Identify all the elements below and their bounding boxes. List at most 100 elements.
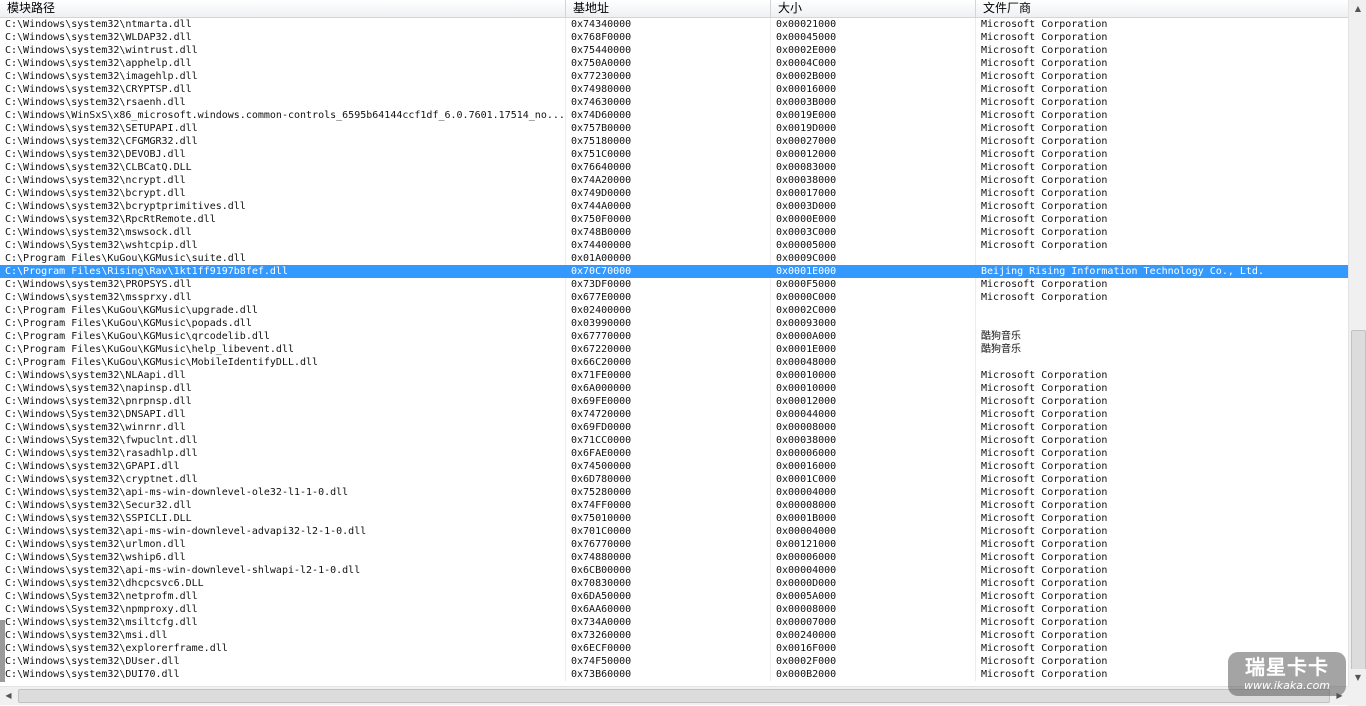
column-header-path[interactable]: 模块路径 xyxy=(0,0,566,17)
base-address-cell: 0x76640000 xyxy=(566,161,771,174)
size-cell: 0x00010000 xyxy=(771,369,976,382)
table-row[interactable]: C:\Windows\System32\fwpuclnt.dll 0x71CC00… xyxy=(0,434,1348,447)
table-row[interactable]: C:\Windows\system32\apphelp.dll 0x750A000… xyxy=(0,57,1348,70)
table-row[interactable]: C:\Program Files\KuGou\KGMusic\qrcodelib… xyxy=(0,330,1348,343)
module-path-cell: C:\Windows\system32\SETUPAPI.dll xyxy=(0,122,566,135)
table-row[interactable]: C:\Windows\system32\mssprxy.dll 0x677E000… xyxy=(0,291,1348,304)
vendor-cell: Microsoft Corporation xyxy=(981,565,1108,576)
base-address-cell: 0x6A000000 xyxy=(566,382,771,395)
column-header-size[interactable]: 大小 xyxy=(771,0,976,17)
size-cell: 0x00012000 xyxy=(771,395,976,408)
table-row[interactable]: C:\Program Files\KuGou\KGMusic\MobileIde… xyxy=(0,356,1348,369)
vendor-cell: Microsoft Corporation xyxy=(981,383,1108,394)
table-row[interactable]: C:\Windows\system32\ntmarta.dll 0x7434000… xyxy=(0,18,1348,31)
table-row[interactable]: C:\Windows\system32\WLDAP32.dll 0x768F000… xyxy=(0,31,1348,44)
table-row[interactable]: C:\Windows\System32\DNSAPI.dll 0x74720000… xyxy=(0,408,1348,421)
base-address-cell: 0x6ECF0000 xyxy=(566,642,771,655)
vendor-cell: Microsoft Corporation xyxy=(981,45,1108,56)
vertical-scroll-thumb[interactable] xyxy=(1351,330,1366,672)
size-cell: 0x0000A000 xyxy=(771,330,976,343)
size-cell: 0x00004000 xyxy=(771,486,976,499)
table-row[interactable]: C:\Windows\system32\cryptnet.dll 0x6D7800… xyxy=(0,473,1348,486)
table-row[interactable]: C:\Windows\system32\urlmon.dll 0x76770000… xyxy=(0,538,1348,551)
size-cell: 0x0000E000 xyxy=(771,213,976,226)
table-row[interactable]: C:\Windows\system32\GPAPI.dll 0x74500000 0… xyxy=(0,460,1348,473)
table-row[interactable]: C:\Windows\system32\napinsp.dll 0x6A00000… xyxy=(0,382,1348,395)
table-row[interactable]: C:\Windows\system32\dhcpcsvc6.DLL 0x70830… xyxy=(0,577,1348,590)
table-row[interactable]: C:\Windows\system32\api-ms-win-downlevel… xyxy=(0,486,1348,499)
table-row[interactable]: C:\Windows\system32\PROPSYS.dll 0x73DF000… xyxy=(0,278,1348,291)
column-header-vendor[interactable]: 文件厂商 xyxy=(976,0,1348,17)
table-row[interactable]: C:\Windows\System32\wship6.dll 0x74880000… xyxy=(0,551,1348,564)
table-row[interactable]: C:\Program Files\Rising\Rav\1kt1ff9197b8… xyxy=(0,265,1348,278)
size-cell: 0x00008000 xyxy=(771,499,976,512)
base-address-cell: 0x70C70000 xyxy=(566,265,771,278)
table-row[interactable]: C:\Windows\system32\CLBCatQ.DLL 0x7664000… xyxy=(0,161,1348,174)
side-splitter[interactable] xyxy=(0,620,5,682)
scroll-up-icon[interactable]: ▲ xyxy=(1350,0,1366,17)
table-row[interactable]: C:\Windows\system32\CRYPTSP.dll 0x7498000… xyxy=(0,83,1348,96)
vendor-cell: Microsoft Corporation xyxy=(981,97,1108,108)
vertical-scrollbar[interactable]: ▲ ▼ xyxy=(1348,0,1366,686)
table-row[interactable]: C:\Windows\system32\DUser.dll 0x74F50000 0… xyxy=(0,655,1348,668)
table-row[interactable]: C:\Windows\system32\wintrust.dll 0x754400… xyxy=(0,44,1348,57)
size-cell: 0x0019D000 xyxy=(771,122,976,135)
table-row[interactable]: C:\Windows\WinSxS\x86_microsoft.windows.… xyxy=(0,109,1348,122)
table-row[interactable]: C:\Windows\system32\bcryptprimitives.dll… xyxy=(0,200,1348,213)
table-row[interactable]: C:\Windows\system32\winrnr.dll 0x69FD0000… xyxy=(0,421,1348,434)
vendor-cell: Microsoft Corporation xyxy=(981,110,1108,121)
table-row[interactable]: C:\Windows\system32\bcrypt.dll 0x749D0000… xyxy=(0,187,1348,200)
size-cell: 0x0002B000 xyxy=(771,70,976,83)
base-address-cell: 0x677E0000 xyxy=(566,291,771,304)
vendor-cell xyxy=(976,252,1348,265)
vendor-cell: Microsoft Corporation xyxy=(981,214,1108,225)
table-row[interactable]: C:\Windows\system32\msiltcfg.dll 0x734A00… xyxy=(0,616,1348,629)
table-row[interactable]: C:\Windows\system32\SSPICLI.DLL 0x7501000… xyxy=(0,512,1348,525)
size-cell: 0x00007000 xyxy=(771,616,976,629)
size-cell: 0x00048000 xyxy=(771,356,976,369)
table-row[interactable]: C:\Program Files\KuGou\KGMusic\suite.dll… xyxy=(0,252,1348,265)
table-row[interactable]: C:\Windows\System32\npmproxy.dll 0x6AA600… xyxy=(0,603,1348,616)
vendor-cell: Microsoft Corporation xyxy=(981,422,1108,433)
table-row[interactable]: C:\Windows\system32\api-ms-win-downlevel… xyxy=(0,564,1348,577)
table-row[interactable]: C:\Windows\system32\RpcRtRemote.dll 0x750… xyxy=(0,213,1348,226)
table-row[interactable]: C:\Windows\system32\CFGMGR32.dll 0x751800… xyxy=(0,135,1348,148)
table-row[interactable]: C:\Windows\System32\netprofm.dll 0x6DA500… xyxy=(0,590,1348,603)
size-cell: 0x0001E000 xyxy=(771,343,976,356)
column-header: 模块路径 基地址 大小 文件厂商 xyxy=(0,0,1348,18)
table-row[interactable]: C:\Program Files\KuGou\KGMusic\upgrade.d… xyxy=(0,304,1348,317)
table-row[interactable]: C:\Windows\system32\explorerframe.dll 0x6… xyxy=(0,642,1348,655)
horizontal-scroll-thumb[interactable] xyxy=(18,689,1330,703)
table-row[interactable]: C:\Windows\system32\mswsock.dll 0x748B000… xyxy=(0,226,1348,239)
table-row[interactable]: C:\Windows\system32\Secur32.dll 0x74FF000… xyxy=(0,499,1348,512)
base-address-cell: 0x75180000 xyxy=(566,135,771,148)
table-row[interactable]: C:\Windows\System32\wshtcpip.dll 0x744000… xyxy=(0,239,1348,252)
table-row[interactable]: C:\Windows\system32\rasadhlp.dll 0x6FAE00… xyxy=(0,447,1348,460)
module-path-cell: C:\Windows\system32\GPAPI.dll xyxy=(0,460,566,473)
table-row[interactable]: C:\Windows\system32\SETUPAPI.dll 0x757B00… xyxy=(0,122,1348,135)
base-address-cell: 0x757B0000 xyxy=(566,122,771,135)
table-row[interactable]: C:\Program Files\KuGou\KGMusic\help_libe… xyxy=(0,343,1348,356)
base-address-cell: 0x73260000 xyxy=(566,629,771,642)
table-row[interactable]: C:\Windows\system32\msi.dll 0x73260000 0x0… xyxy=(0,629,1348,642)
table-row[interactable]: C:\Windows\system32\DUI70.dll 0x73B60000 0… xyxy=(0,668,1348,681)
size-cell: 0x0002E000 xyxy=(771,44,976,57)
module-path-cell: C:\Windows\system32\winrnr.dll xyxy=(0,421,566,434)
base-address-cell: 0x74D60000 xyxy=(566,109,771,122)
size-cell: 0x00016000 xyxy=(771,460,976,473)
table-row[interactable]: C:\Windows\system32\DEVOBJ.dll 0x751C0000… xyxy=(0,148,1348,161)
module-path-cell: C:\Windows\system32\napinsp.dll xyxy=(0,382,566,395)
base-address-cell: 0x74A20000 xyxy=(566,174,771,187)
table-row[interactable]: C:\Windows\system32\rsaenh.dll 0x74630000… xyxy=(0,96,1348,109)
table-row[interactable]: C:\Windows\system32\NLAapi.dll 0x71FE0000… xyxy=(0,369,1348,382)
vendor-cell: Beijing Rising Information Technology Co… xyxy=(981,266,1264,277)
column-header-base-address[interactable]: 基地址 xyxy=(566,0,771,17)
table-row[interactable]: C:\Windows\system32\imagehlp.dll 0x772300… xyxy=(0,70,1348,83)
scroll-down-icon[interactable]: ▼ xyxy=(1350,669,1366,686)
table-row[interactable]: C:\Windows\system32\api-ms-win-downlevel… xyxy=(0,525,1348,538)
scroll-left-icon[interactable]: ◀ xyxy=(0,687,17,705)
table-row[interactable]: C:\Program Files\KuGou\KGMusic\popads.dl… xyxy=(0,317,1348,330)
horizontal-scrollbar[interactable]: ◀ ▶ xyxy=(0,686,1348,705)
table-row[interactable]: C:\Windows\system32\pnrpnsp.dll 0x69FE000… xyxy=(0,395,1348,408)
table-row[interactable]: C:\Windows\system32\ncrypt.dll 0x74A20000… xyxy=(0,174,1348,187)
